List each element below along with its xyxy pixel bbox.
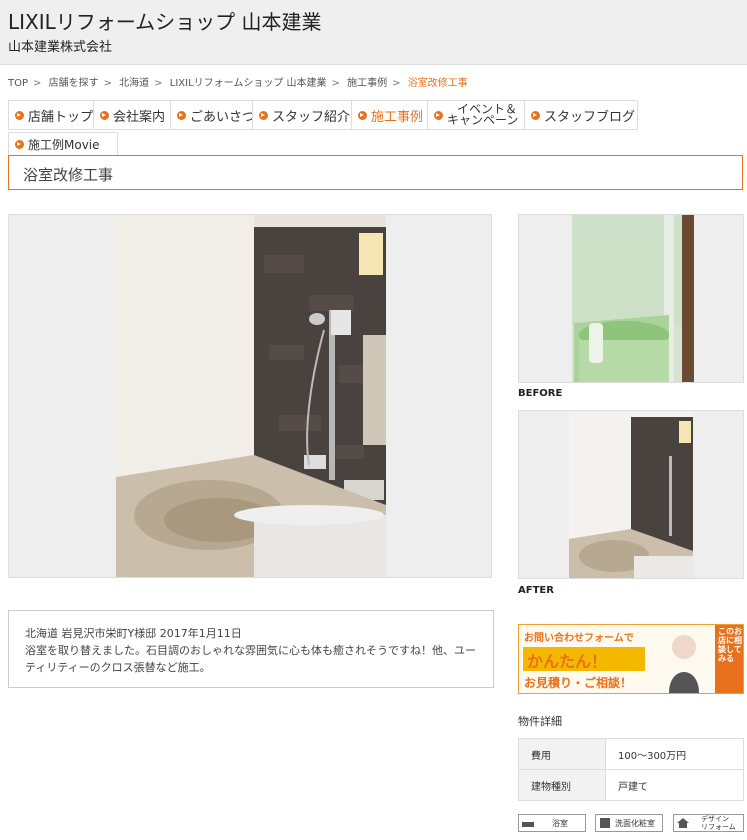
banner-line3: お見積り・ご相談！: [524, 676, 633, 690]
detail-key: 建物種別: [518, 769, 606, 801]
bathtub-icon: [522, 822, 534, 827]
bathroom-after-thumb-image: [569, 411, 693, 578]
banner-line1: お問い合わせフォームで: [524, 633, 634, 644]
before-photo[interactable]: [518, 214, 744, 383]
arrow-bullet-icon: [259, 110, 268, 120]
detail-value: 戸建て: [605, 769, 744, 801]
nav-label: イベント＆ キャンペーン: [447, 103, 519, 127]
bathroom-before-image: [572, 215, 694, 382]
breadcrumb-top[interactable]: TOP: [8, 78, 28, 89]
arrow-bullet-icon: [177, 110, 186, 120]
breadcrumb-current: 浴室改修工事: [407, 78, 468, 89]
detail-value: 100〜300万円: [605, 738, 744, 770]
tag-washroom[interactable]: 洗面化粧室: [595, 814, 663, 832]
nav-label-line2: キャンペーン: [447, 113, 519, 127]
site-header: LIXILリフォームショップ 山本建業 山本建業株式会社: [0, 0, 747, 65]
banner-line2: かんたん！: [527, 652, 608, 671]
case-body: 浴室を取り替えました。石目調のおしゃれな雰囲気に心も体も癒されそうですね！他、ユ…: [25, 644, 476, 674]
breadcrumb-shop[interactable]: LIXILリフォームショップ 山本建業: [170, 78, 327, 89]
breadcrumb: TOP > 店舗を探す > 北海道 > LIXILリフォームショップ 山本建業 > 施工…: [8, 74, 471, 89]
table-row: 費用 100〜300万円: [518, 738, 744, 770]
after-label: AFTER: [518, 585, 554, 596]
arrow-bullet-icon: [100, 110, 109, 120]
arrow-bullet-icon: [15, 139, 24, 149]
nav-label: スタッフブログ: [544, 109, 636, 125]
case-meta: 北海道 岩見沢市栄町Y様邸 2017年1月11日: [25, 627, 242, 640]
main-photo[interactable]: [8, 214, 492, 578]
nav-label: 施工例Movie: [28, 137, 100, 152]
banner-side-text: このお店に相談してみる: [718, 627, 742, 663]
tag-design-reform[interactable]: デザイン リフォーム: [673, 814, 744, 832]
breadcrumb-separator: >: [154, 78, 163, 89]
shop-name[interactable]: LIXILリフォームショップ 山本建業: [8, 6, 322, 35]
arrow-bullet-icon: [358, 110, 367, 120]
nav-item-cases[interactable]: 施工事例: [351, 100, 427, 130]
nav-item-shop-top[interactable]: 店舗トップ: [8, 100, 93, 130]
tag-label: 浴室: [552, 818, 568, 828]
breadcrumb-hokkaido[interactable]: 北海道: [119, 78, 149, 89]
nav-label: ごあいさつ: [190, 109, 256, 125]
nav-label: 会社案内: [113, 109, 166, 125]
arrow-bullet-icon: [531, 110, 540, 120]
table-row: 建物種別 戸建て: [518, 769, 744, 801]
nav-label: 施工事例: [371, 109, 424, 125]
breadcrumb-separator: >: [33, 78, 42, 89]
breadcrumb-separator: >: [103, 78, 112, 89]
company-name: 山本建業株式会社: [8, 40, 113, 55]
nav-item-blog[interactable]: スタッフブログ: [524, 100, 638, 130]
tag-label: デザイン リフォーム: [701, 815, 736, 831]
after-photo[interactable]: [518, 410, 744, 579]
breadcrumb-separator: >: [392, 78, 401, 89]
tag-label-line1: デザイン: [701, 815, 729, 823]
nav-item-events[interactable]: イベント＆ キャンペーン: [427, 100, 524, 130]
breadcrumb-separator: >: [331, 78, 340, 89]
contact-form-banner[interactable]: お問い合わせフォームで かんたん！ お見積り・ご相談！ このお店に相談してみる: [518, 624, 744, 694]
nav-item-movie[interactable]: 施工例Movie: [8, 132, 118, 156]
nav-item-staff[interactable]: スタッフ紹介: [252, 100, 351, 130]
house-icon: [677, 818, 689, 828]
before-label: BEFORE: [518, 388, 563, 399]
details-heading: 物件詳細: [518, 715, 562, 728]
nav-item-company[interactable]: 会社案内: [93, 100, 170, 130]
page-title: 浴室改修工事: [8, 155, 743, 190]
case-description: 北海道 岩見沢市栄町Y様邸 2017年1月11日 浴室を取り替えました。石目調の…: [8, 610, 494, 688]
arrow-bullet-icon: [15, 110, 24, 120]
tag-label: 洗面化粧室: [615, 818, 655, 828]
bathroom-after-image: [116, 215, 386, 577]
tag-label-line2: リフォーム: [701, 823, 736, 831]
nav-label: スタッフ紹介: [272, 109, 351, 125]
details-table: 費用 100〜300万円 建物種別 戸建て: [518, 738, 744, 801]
breadcrumb-find-shop[interactable]: 店舗を探す: [49, 78, 99, 89]
washbasin-icon: [600, 818, 610, 828]
nav-label: 店舗トップ: [28, 109, 94, 125]
detail-key: 費用: [518, 738, 606, 770]
nav-item-greeting[interactable]: ごあいさつ: [170, 100, 256, 130]
breadcrumb-cases[interactable]: 施工事例: [347, 78, 387, 89]
arrow-bullet-icon: [434, 110, 443, 120]
tag-bathroom[interactable]: 浴室: [518, 814, 586, 832]
